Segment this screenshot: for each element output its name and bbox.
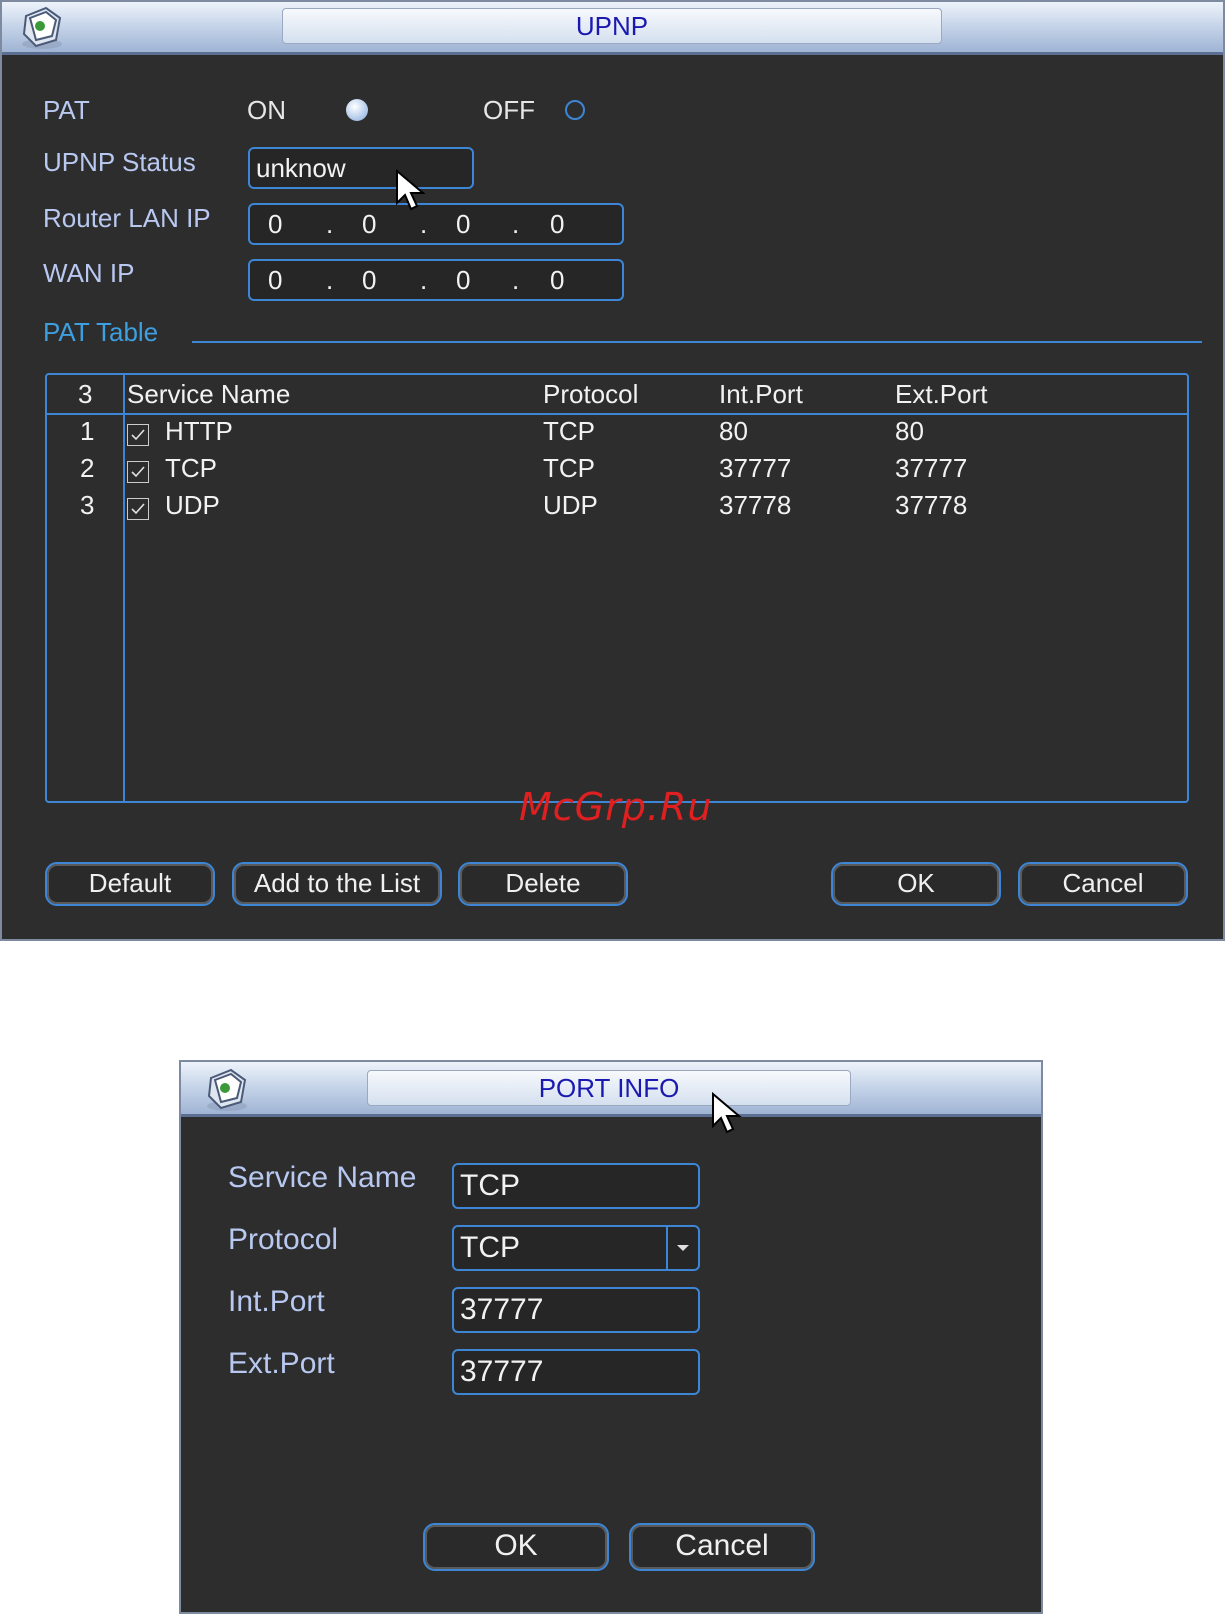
- row-number: 3: [80, 490, 95, 520]
- row-service-name: UDP: [165, 490, 220, 520]
- wan-ip-field[interactable]: 0 . 0 . 0 . 0: [248, 259, 624, 301]
- mouse-pointer-icon: [712, 1092, 742, 1134]
- dropdown-divider: [666, 1227, 668, 1269]
- ext-port-field[interactable]: 37777: [452, 1349, 700, 1395]
- service-name-label: Service Name: [228, 1161, 417, 1194]
- ip-dot: .: [326, 265, 334, 295]
- wan-ip-label: WAN IP: [43, 258, 135, 288]
- port-info-body: Service Name TCP Protocol TCP Int.Port 3…: [181, 1117, 1041, 1612]
- ip-octet: 0: [550, 209, 565, 239]
- ip-dot: .: [420, 265, 428, 295]
- add-to-list-button[interactable]: Add to the List: [232, 862, 442, 906]
- default-button[interactable]: Default: [45, 862, 215, 906]
- row-int-port: 37777: [719, 453, 792, 483]
- port-info-cancel-button[interactable]: Cancel: [629, 1523, 815, 1571]
- upnp-status-label: UPNP Status: [43, 147, 196, 177]
- int-port-field[interactable]: 37777: [452, 1287, 700, 1333]
- row-number: 1: [80, 416, 95, 446]
- ip-octet: 0: [456, 209, 471, 239]
- ok-button[interactable]: OK: [831, 862, 1001, 906]
- checkmark-icon: [131, 466, 145, 478]
- pat-off-label: OFF: [483, 95, 535, 125]
- int-port-label: Int.Port: [228, 1285, 325, 1318]
- ip-octet: 0: [550, 265, 565, 295]
- row-checkbox[interactable]: [127, 461, 149, 483]
- watermark: McGrp.Ru: [519, 785, 713, 829]
- pat-label: PAT: [43, 95, 90, 125]
- pat-on-label: ON: [247, 95, 286, 125]
- port-info-dialog: PORT INFO Service Name TCP Protocol TCP …: [179, 1060, 1043, 1614]
- checkmark-icon: [131, 429, 145, 441]
- ip-octet: 0: [362, 209, 377, 239]
- table-row[interactable]: 2 TCP TCP 37777 37777: [47, 452, 1187, 489]
- router-lan-ip-label: Router LAN IP: [43, 203, 211, 233]
- table-count: 3: [78, 379, 93, 409]
- mouse-pointer-icon: [396, 169, 426, 211]
- row-number: 2: [80, 453, 95, 483]
- ip-octet: 0: [456, 265, 471, 295]
- header-int-port: Int.Port: [719, 379, 803, 409]
- row-service-name: TCP: [165, 453, 217, 483]
- protocol-select[interactable]: TCP: [452, 1225, 700, 1271]
- row-int-port: 80: [719, 416, 748, 446]
- upnp-titlebar: UPNP: [2, 2, 1223, 55]
- row-checkbox[interactable]: [127, 424, 149, 446]
- table-row[interactable]: 3 UDP UDP 37778 37778: [47, 489, 1187, 526]
- row-int-port: 37778: [719, 490, 792, 520]
- upnp-title: UPNP: [282, 8, 942, 44]
- port-info-titlebar: PORT INFO: [181, 1062, 1041, 1117]
- row-ext-port: 37777: [895, 453, 968, 483]
- pat-table[interactable]: 3 Service Name Protocol Int.Port Ext.Por…: [45, 373, 1189, 803]
- ip-dot: .: [512, 209, 520, 239]
- port-info-title: PORT INFO: [367, 1070, 851, 1106]
- dropdown-arrow-icon[interactable]: [676, 1243, 690, 1253]
- header-service-name: Service Name: [127, 379, 291, 409]
- protocol-selected-value: TCP: [460, 1231, 520, 1264]
- delete-button[interactable]: Delete: [458, 862, 628, 906]
- pat-off-radio[interactable]: [565, 100, 585, 120]
- ip-octet: 0: [362, 265, 377, 295]
- port-info-ok-button[interactable]: OK: [423, 1523, 609, 1571]
- row-ext-port: 37778: [895, 490, 968, 520]
- row-ext-port: 80: [895, 416, 924, 446]
- section-divider: [192, 341, 1202, 343]
- ip-dot: .: [512, 265, 520, 295]
- ip-dot: .: [326, 209, 334, 239]
- cancel-button[interactable]: Cancel: [1018, 862, 1188, 906]
- row-protocol: TCP: [543, 453, 595, 483]
- app-logo-icon: [207, 1068, 247, 1111]
- table-row[interactable]: 1 HTTP TCP 80 80: [47, 415, 1187, 452]
- header-protocol: Protocol: [543, 379, 639, 409]
- pat-on-radio[interactable]: [346, 99, 368, 121]
- app-logo-icon: [22, 6, 62, 49]
- row-service-name: HTTP: [165, 416, 233, 446]
- ext-port-label: Ext.Port: [228, 1347, 335, 1380]
- router-lan-ip-field[interactable]: 0 . 0 . 0 . 0: [248, 203, 624, 245]
- protocol-label: Protocol: [228, 1223, 339, 1256]
- row-checkbox[interactable]: [127, 498, 149, 520]
- row-protocol: TCP: [543, 416, 595, 446]
- ip-octet: 0: [268, 265, 283, 295]
- checkmark-icon: [131, 503, 145, 515]
- ip-octet: 0: [268, 209, 283, 239]
- service-name-field[interactable]: TCP: [452, 1163, 700, 1209]
- row-protocol: UDP: [543, 490, 598, 520]
- pat-table-heading: PAT Table: [43, 317, 159, 347]
- header-ext-port: Ext.Port: [895, 379, 988, 409]
- upnp-status-field[interactable]: unknow: [248, 147, 474, 189]
